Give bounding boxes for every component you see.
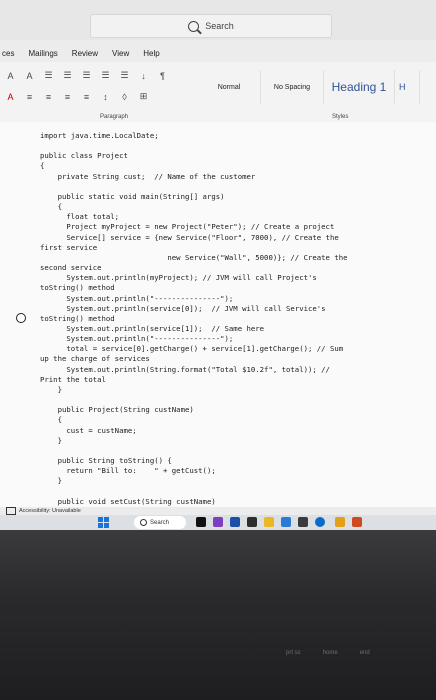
styles-gallery: Normal No Spacing Heading 1 H [198,70,420,104]
borders-icon[interactable]: ⊞ [137,91,150,102]
menu-item-view[interactable]: View [112,49,129,58]
menu-item-help[interactable]: Help [143,49,159,58]
menu-item-mailings[interactable]: Mailings [28,49,57,58]
code-line: public void setCust(String custName) [40,496,216,506]
style-no-spacing[interactable]: No Spacing [261,70,324,104]
word-window: Search ces Mailings Review View Help A A… [0,0,436,530]
taskbar-search-icon [140,519,147,526]
key-end: end [359,650,370,656]
paragraph-tools-row-1: A A ☰ ☰ ☰ ☰ ☰ ↓ ¶ [4,70,169,81]
status-bar: Accessibility: Unavailable [0,507,436,515]
decrease-indent-icon[interactable]: ☰ [99,70,112,81]
code-line: System.out.println(String.format("Total … [40,364,330,374]
code-line: float total; [40,212,120,222]
accessibility-icon[interactable] [6,507,16,515]
multilevel-list-icon[interactable]: ☰ [80,70,93,81]
document-page[interactable]: import java.time.LocalDate; public class… [0,122,436,526]
code-line: Project myProject = new Project("Peter")… [40,222,335,232]
code-line: { [40,415,62,425]
pilcrow-icon[interactable]: ¶ [156,70,169,81]
code-line: public class Project [40,151,128,161]
align-right-icon[interactable]: ≡ [61,91,74,102]
bullets-icon[interactable]: ☰ [42,70,55,81]
code-line: up the charge of services [40,354,150,364]
code-line: toString() method [40,283,115,293]
title-bar: Search [0,0,436,40]
keyboard-keys: prt sc home end [286,650,370,656]
video-app-icon[interactable] [213,517,223,527]
search-label: Search [205,21,234,31]
code-line: new Service("Wall", 5000)}; // Create th… [40,252,348,262]
numbering-icon[interactable]: ☰ [61,70,74,81]
code-line: public Project(String custName) [40,405,194,415]
accessibility-status[interactable]: Accessibility: Unavailable [19,508,81,514]
code-line: import java.time.LocalDate; [40,131,159,140]
task-view-icon[interactable] [196,517,206,527]
radio-circle-icon[interactable] [16,313,26,323]
code-line: } [40,435,62,445]
menu-item-review[interactable]: Review [72,49,98,58]
office-app-icon[interactable] [335,517,345,527]
edge-icon[interactable] [281,517,291,527]
dell-icon[interactable] [315,517,325,527]
style-heading-2[interactable]: H [395,70,420,104]
code-line: second service [40,263,102,273]
key-prt-sc: prt sc [286,650,301,656]
code-line: } [40,384,62,394]
code-line: toString() method [40,313,115,323]
code-line: { [40,202,62,212]
code-line: first service [40,242,98,252]
search-box[interactable]: Search [90,14,332,38]
taskbar-search[interactable]: Search [134,516,186,529]
code-line: private String cust; // Name of the cust… [40,171,256,181]
styles-group-label: Styles [332,114,349,120]
menu-bar: ces Mailings Review View Help [0,44,436,62]
style-heading-1[interactable]: Heading 1 [324,70,395,104]
paragraph-tools-row-2: A ≡ ≡ ≡ ≡ ↕ ◊ ⊞ [4,91,150,102]
taskbar-search-label: Search [150,519,170,526]
windows-start-icon[interactable] [98,517,109,528]
app-red-icon[interactable] [352,517,362,527]
code-line: System.out.println(service[1]); // Same … [40,323,265,333]
taskbar: Search [0,515,436,530]
code-line: total = service[0].getCharge() + service… [40,344,344,354]
sort-icon[interactable]: ↓ [137,70,150,81]
code-line: } [40,476,62,486]
store-icon[interactable] [230,517,240,527]
code-block: import java.time.LocalDate; public class… [40,131,420,527]
code-line: { [40,161,45,171]
justify-icon[interactable]: ≡ [80,91,93,102]
code-line: Service[] service = {new Service("Floor"… [40,232,339,242]
key-home: home [322,650,338,656]
file-explorer-icon[interactable] [264,517,274,527]
laptop-bezel [0,530,436,700]
font-color-icon[interactable]: A [4,91,17,102]
align-left-icon[interactable]: ≡ [23,91,36,102]
code-line: System.out.println("---------------"); [40,334,234,344]
code-line: public static void main(String[] args) [40,191,225,201]
line-spacing-icon[interactable]: ↕ [99,91,112,102]
font-size-down-icon[interactable]: A [4,70,17,81]
style-normal[interactable]: Normal [198,70,261,104]
code-line: public String toString() { [40,456,172,465]
ribbon: A A ☰ ☰ ☰ ☰ ☰ ↓ ¶ A ≡ ≡ ≡ ≡ ↕ ◊ ⊞ Normal… [0,62,436,123]
code-line: System.out.println(myProject); // JVM wi… [40,273,317,283]
code-line: System.out.println(service[0]); // JVM w… [40,303,326,313]
code-line: return "Bill to: " + getCust(); [40,466,216,476]
shading-icon[interactable]: ◊ [118,91,131,102]
clear-format-icon[interactable]: A [23,70,36,81]
search-icon [188,20,200,32]
code-line: cust = custName; [40,425,137,435]
code-line: Print the total [40,374,106,384]
code-line: System.out.println("---------------"); [40,293,234,303]
app-icon[interactable] [298,517,308,527]
align-center-icon[interactable]: ≡ [42,91,55,102]
menu-item-references[interactable]: ces [2,49,14,58]
paragraph-group-label: Paragraph [100,114,129,120]
increase-indent-icon[interactable]: ☰ [118,70,131,81]
app-dark-icon[interactable] [247,517,257,527]
